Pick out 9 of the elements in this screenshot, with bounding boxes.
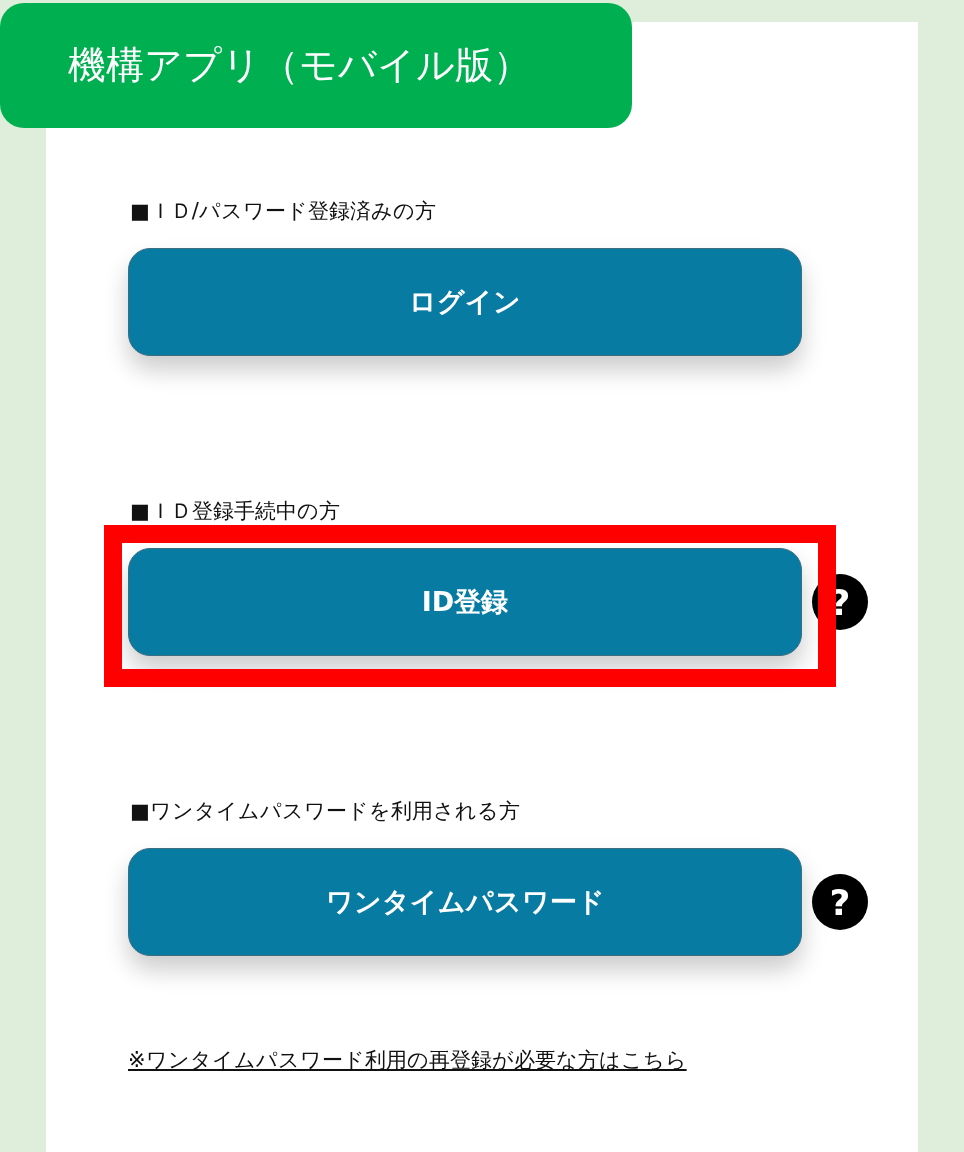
section-label: ■ＩＤ/パスワード登録済みの方: [130, 200, 436, 222]
re-register-link[interactable]: ※ワンタイムパスワード利用の再登録が必要な方はこちら: [128, 1046, 687, 1074]
help-icon[interactable]: ?: [812, 874, 868, 930]
section-label: ■ＩＤ登録手続中の方: [130, 500, 340, 522]
section-label: ■ワンタイムパスワードを利用される方: [130, 800, 520, 822]
action-button[interactable]: ID登録: [128, 548, 802, 656]
action-button[interactable]: ログイン: [128, 248, 802, 356]
action-button[interactable]: ワンタイムパスワード: [128, 848, 802, 956]
app-title: 機構アプリ（モバイル版）: [0, 3, 632, 128]
